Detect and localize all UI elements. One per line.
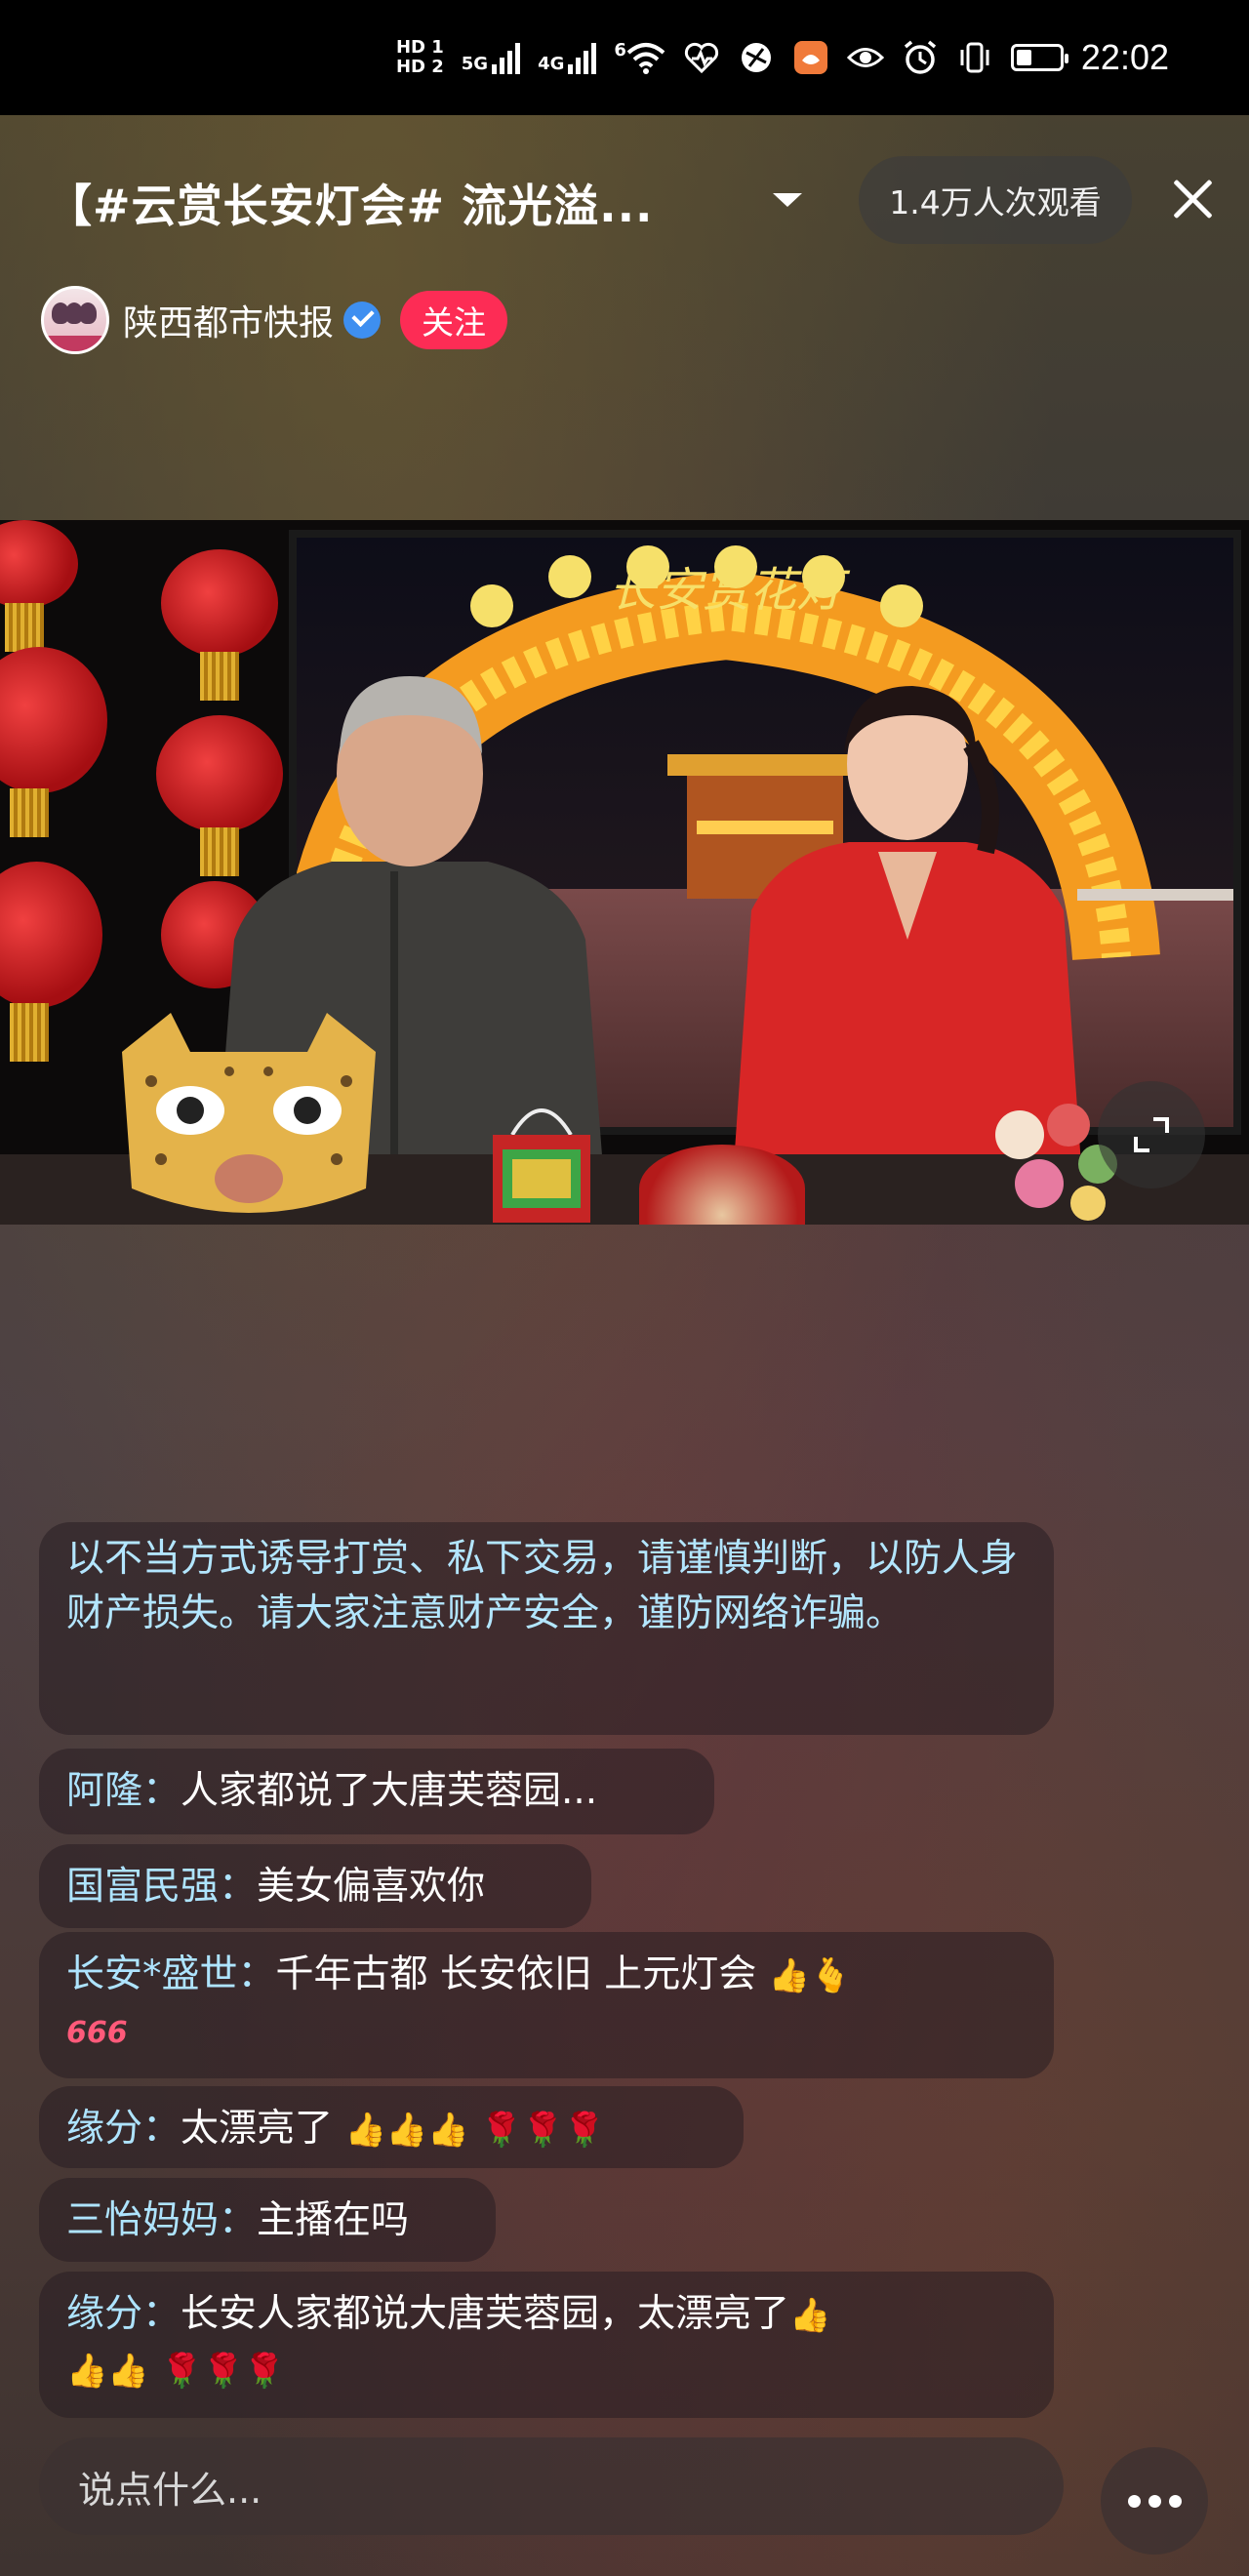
tiger-mask [122,1013,376,1213]
666-icon: 666 [66,2016,128,2050]
thumbs-up-icon: 👍 [427,2111,469,2150]
lantern-tassel [10,788,49,837]
more-dot-icon [1127,2494,1141,2508]
live-title[interactable]: 【#云赏长安灯会# 流光溢... [47,171,654,235]
hd-indicators: HD 1 HD 2 [396,38,444,77]
app-icon [793,41,827,74]
chat-message[interactable]: 三怡妈妈：主播在吗 [39,2178,496,2262]
thumbs-up-icon: 👍 [107,2352,149,2391]
rose-icon: 🌹 [522,2111,564,2150]
battery-icon [1010,44,1068,71]
lantern [0,862,102,1008]
signal-4g: 4G [538,41,597,74]
chat-username[interactable]: 三怡妈妈： [66,2198,257,2242]
battery-level [1016,50,1031,65]
thumbs-up-icon: 👍 [789,2296,831,2335]
round-lantern [639,1145,805,1225]
chat-text: 美女偏喜欢你 [257,1865,486,1909]
red-gift-box [493,1108,590,1223]
net1-label: 5G [461,54,489,74]
more-button[interactable] [1101,2447,1208,2555]
eye-icon [846,48,884,67]
lantern [0,647,107,793]
chat-message[interactable]: 缘分：太漂亮了 👍👍👍 🌹🌹🌹 [39,2086,744,2168]
rose-icon: 🌹 [243,2352,286,2391]
thumbs-up-icon: 👍 [385,2111,428,2150]
verified-icon [343,302,382,339]
chat-text: 千年古都 长安依旧 上元灯会 [275,1952,757,1996]
anchor-info: 陕西都市快报 关注 [41,285,508,355]
fullscreen-icon [1134,1117,1169,1152]
thumbs-up-icon: 👍 [768,1956,811,1995]
status-time: 22:02 [1080,37,1169,77]
wifi-icon [626,43,665,74]
system-notice: 以不当方式诱导打赏、私下交易，请谨慎判断，以防人身财产损失。请大家注意财产安全，… [39,1522,1054,1735]
rose-icon: 🌹 [161,2352,203,2391]
chat-message[interactable]: 长安*盛世：千年古都 长安依旧 上元灯会 👍🫰 666 [39,1932,1054,2078]
more-dot-icon [1148,2494,1161,2508]
status-bar: HD 1 HD 2 5G 4G 6 22:02 [0,0,1249,115]
signal-icon [568,41,597,74]
chat-message[interactable]: 阿隆：人家都说了大唐芙蓉园... [39,1749,714,1834]
notice-text: 以不当方式诱导打赏、私下交易，请谨慎判断，以防人身财产损失。请大家注意财产安全，… [66,1537,1019,1635]
alarm-icon [904,40,937,74]
lantern-tassel [5,603,44,652]
chat-username[interactable]: 缘分： [66,2107,181,2151]
chat-message[interactable]: 缘分：长安人家都说大唐芙蓉园，太漂亮了👍 👍👍 🌹🌹🌹 [39,2272,1054,2418]
chat-text: 主播在吗 [257,2198,410,2242]
health-icon [684,42,718,74]
wifi-sup-label: 6 [614,40,626,60]
close-icon[interactable] [1171,178,1214,221]
chat-username[interactable]: 阿隆： [66,1769,181,1813]
hd1-label: HD 1 [395,37,444,58]
follow-button[interactable]: 关注 [400,291,508,349]
chevron-down-icon[interactable] [773,193,802,207]
heart-hand-icon: 🫰 [810,1956,852,1995]
lantern-tassel [10,1003,49,1062]
chat-message[interactable]: 国富民强：美女偏喜欢你 [39,1844,591,1928]
comment-placeholder: 说点什么... [78,2468,262,2512]
viewer-count[interactable]: 1.4万人次观看 [859,156,1132,244]
comment-input[interactable]: 说点什么... [39,2437,1064,2535]
rose-icon: 🌹 [202,2352,244,2391]
signal-icon [492,41,521,74]
rose-icon: 🌹 [563,2111,605,2150]
anchor-name[interactable]: 陕西都市快报 [123,295,334,345]
more-dot-icon [1168,2494,1182,2508]
chat-username[interactable]: 国富民强： [66,1865,257,1909]
fullscreen-button[interactable] [1098,1081,1205,1188]
chat-username[interactable]: 长安*盛世： [66,1952,276,1996]
thumbs-up-icon: 👍 [66,2352,108,2391]
chat-text: 人家都说了大唐芙蓉园... [181,1769,598,1813]
rose-icon: 🌹 [480,2111,523,2150]
chat-text: 长安人家都说大唐芙蓉园，太漂亮了 [181,2292,790,2336]
vibrate-icon [960,42,989,73]
banner-text: 长安赏花灯 [609,563,851,618]
vpn-icon [741,43,771,72]
chat-username[interactable]: 缘分： [66,2292,181,2336]
hd2-label: HD 2 [395,57,444,77]
wifi-status: 6 [614,41,665,74]
avatar[interactable] [41,286,109,354]
thumbs-up-icon: 👍 [344,2111,386,2150]
lantern [161,549,278,657]
chat-text: 太漂亮了 [181,2107,334,2151]
live-video[interactable]: 长安赏花灯 [0,520,1249,1225]
net2-label: 4G [538,54,565,74]
signal-5g: 5G [461,41,521,74]
lantern [0,520,78,608]
